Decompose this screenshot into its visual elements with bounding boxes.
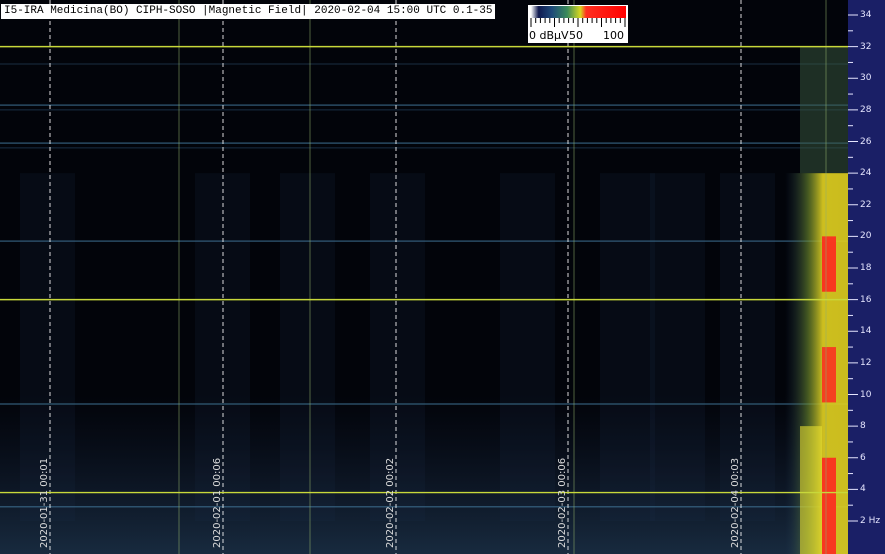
spectrogram-stage: I5-IRA Medicina(BO) CIPH-SOSO |Magnetic … bbox=[0, 0, 885, 554]
y-axis-ticks bbox=[848, 14, 858, 522]
